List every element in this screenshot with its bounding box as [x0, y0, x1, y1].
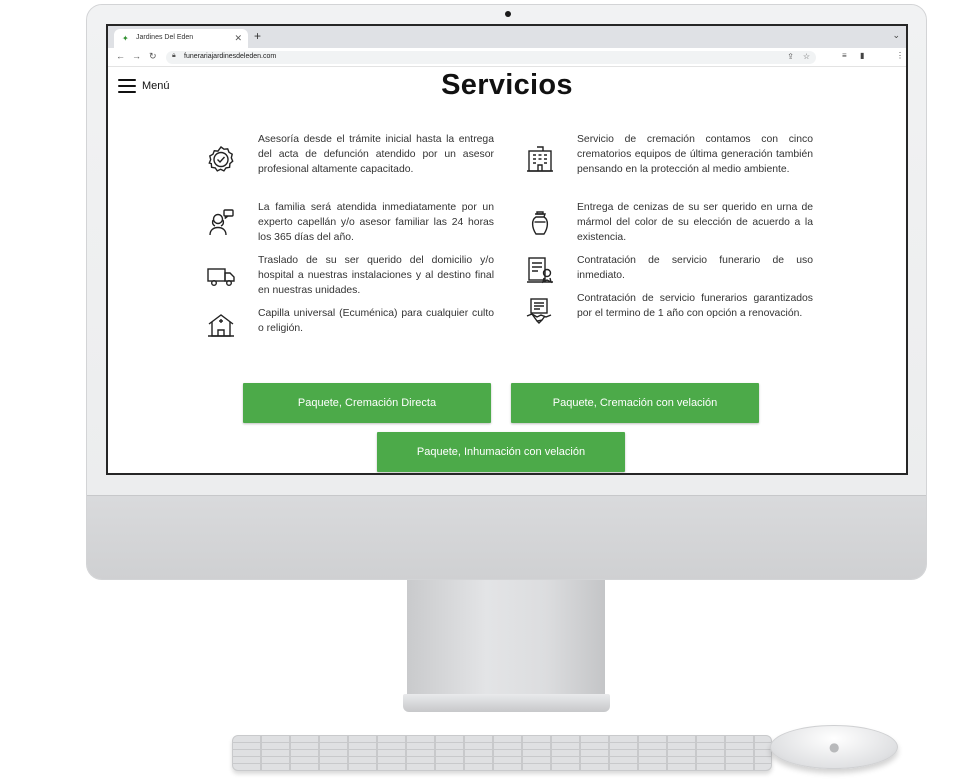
service-text: Contratación de servicio funerario de us… [577, 255, 813, 281]
cremacion-velacion-button[interactable]: Paquete, Cremación con velación [511, 383, 759, 423]
mouse: ● [770, 725, 898, 769]
service-text: Contratación de servicio funerarios gara… [577, 293, 813, 319]
inhumacion-velacion-button[interactable]: Paquete, Inhumación con velación [377, 432, 625, 472]
handshake-document-icon [525, 297, 555, 327]
more-menu-icon[interactable]: ⋮ [896, 51, 904, 60]
address-bar[interactable]: 🔒︎ funerariajardinesdeleden.com ⇪ ☆ [166, 51, 816, 64]
browser-tab-bar: ✦ Jardines Del Eden ✕ + ⌄ [108, 26, 906, 48]
service-text: Servicio de cremación contamos con cinco… [577, 134, 813, 175]
advisor-chat-icon [206, 208, 236, 238]
truck-icon [206, 261, 236, 291]
lock-icon: 🔒︎ [172, 52, 176, 59]
chapel-icon [206, 310, 236, 340]
camera-icon [505, 11, 511, 17]
service-text: Capilla universal (Ecuménica) para cualq… [258, 308, 494, 334]
reading-list-icon[interactable]: ≡ [842, 51, 847, 60]
favicon-icon: ✦ [122, 34, 129, 43]
browser-tab[interactable]: ✦ Jardines Del Eden ✕ [114, 29, 248, 48]
imac-stand [407, 580, 605, 698]
crematorium-building-icon [525, 144, 555, 174]
service-text: Asesoría desde el trámite inicial hasta … [258, 134, 494, 175]
chevron-down-icon[interactable]: ⌄ [892, 30, 900, 41]
imac-stand-foot [403, 694, 610, 712]
bookmark-star-icon[interactable]: ☆ [803, 52, 810, 61]
tab-title: Jardines Del Eden [136, 34, 194, 41]
new-tab-icon[interactable]: + [254, 29, 261, 43]
reload-icon[interactable]: ↻ [149, 51, 157, 62]
keyboard [232, 735, 772, 771]
page-title: Servicios [441, 69, 573, 101]
page-content: Menú Servicios Asesoría desde el trámite… [108, 67, 906, 473]
imac-chin [87, 495, 926, 579]
close-tab-icon[interactable]: ✕ [234, 33, 242, 44]
screen: ✦ Jardines Del Eden ✕ + ⌄ ← → ↻ 🔒︎ funer… [106, 24, 908, 475]
service-text: Traslado de su ser querido del domicilio… [258, 255, 494, 296]
forward-icon[interactable]: → [132, 51, 141, 61]
address-toolbar: ← → ↻ 🔒︎ funerariajardinesdeleden.com ⇪ … [108, 48, 906, 67]
desktop-scene: ● ✦ Jardines Del Eden ✕ + ⌄ ← → ↻ 🔒︎ fun… [0, 0, 977, 781]
service-text: La familia será atendida inmediatamente … [258, 202, 494, 243]
badge-check-icon [206, 144, 236, 174]
back-icon[interactable]: ← [116, 51, 125, 61]
side-panel-icon[interactable]: ▮ [860, 51, 864, 60]
apple-logo-icon: ● [829, 740, 840, 754]
cremacion-directa-button[interactable]: Paquete, Cremación Directa [243, 383, 491, 423]
contract-document-icon [525, 255, 555, 285]
share-icon[interactable]: ⇪ [787, 52, 794, 61]
urn-icon [525, 208, 555, 238]
service-text: Entrega de cenizas de su ser querido en … [577, 202, 813, 243]
url-text: funerariajardinesdeleden.com [184, 53, 277, 60]
